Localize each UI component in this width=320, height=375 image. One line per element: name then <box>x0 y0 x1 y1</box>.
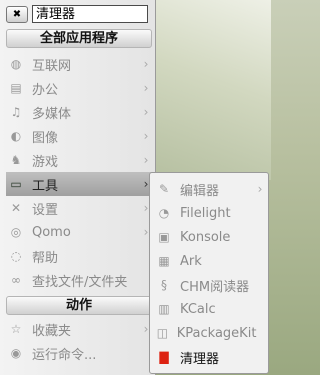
chevron-right-icon: › <box>257 182 263 196</box>
submenu-item-5[interactable]: ▥ KCalc <box>154 297 266 321</box>
editor-icon: ✎ <box>158 182 170 196</box>
konsole-icon: ▣ <box>158 230 170 244</box>
submenu-item-0[interactable]: ✎ 编辑器 › <box>154 177 266 201</box>
menu-item-label: Qomo <box>32 224 71 240</box>
clear-search-button[interactable]: ✖ <box>6 5 28 23</box>
menu-item-label: 工具 <box>32 178 59 194</box>
tools-submenu: ✎ 编辑器 › ◔ Filelight ▣ Konsole ▦ Ark § CHM阅读器 ▥ KCalc… <box>149 172 269 374</box>
games-icon: ♞ <box>10 153 22 167</box>
search-row: ✖ 清理器 <box>6 4 152 24</box>
menu-item-3[interactable]: ◐ 图像 › <box>6 124 152 148</box>
chm-icon: § <box>161 278 167 292</box>
settings-icon: ✕ <box>10 201 22 215</box>
actions-header: 动作 <box>6 296 152 315</box>
menu-item-2[interactable]: ♫ 多媒体 › <box>6 100 152 124</box>
all-apps-header: 全部应用程序 <box>6 29 152 48</box>
action-item-1[interactable]: ◉ 运行命令... <box>6 341 152 365</box>
submenu-item-label: Ark <box>180 253 202 269</box>
menu-item-label: 多媒体 <box>32 106 72 122</box>
multimedia-icon: ♫ <box>10 105 22 119</box>
submenu-item-label: Filelight <box>180 205 231 221</box>
kcalc-icon: ▥ <box>158 302 170 316</box>
menu-item-label: 互联网 <box>32 58 72 74</box>
submenu-item-label: Konsole <box>180 229 231 245</box>
submenu-item-2[interactable]: ▣ Konsole <box>154 225 266 249</box>
action-item-label: 运行命令... <box>32 347 97 363</box>
submenu-item-3[interactable]: ▦ Ark <box>154 249 266 273</box>
submenu-item-label: KPackageKit <box>176 325 257 341</box>
search-input[interactable]: 清理器 <box>32 5 148 23</box>
submenu-item-label: CHM阅读器 <box>180 279 250 295</box>
menu-item-9[interactable]: ∞ 查找文件/文件夹 <box>6 268 152 292</box>
action-item-label: 收藏夹 <box>32 323 72 339</box>
submenu-item-label: 编辑器 <box>180 183 220 199</box>
menu-item-1[interactable]: ▤ 办公 › <box>6 76 152 100</box>
submenu-item-label: KCalc <box>180 301 216 317</box>
menu-item-label: 帮助 <box>32 250 59 266</box>
desktop-wallpaper <box>150 0 271 180</box>
office-icon: ▤ <box>10 81 22 95</box>
menu-item-4[interactable]: ♞ 游戏 › <box>6 148 152 172</box>
chevron-right-icon: › <box>143 105 149 119</box>
cleaner-icon: ▇ <box>159 350 169 364</box>
chevron-right-icon: › <box>143 81 149 95</box>
run-icon: ◉ <box>10 346 22 360</box>
submenu-item-7[interactable]: ▇ 清理器 <box>154 345 266 369</box>
menu-item-0[interactable]: ◍ 互联网 › <box>6 52 152 76</box>
menu-item-6[interactable]: ✕ 设置 › <box>6 196 152 220</box>
terminal-icon: ▭ <box>10 177 22 191</box>
submenu-item-label: 清理器 <box>180 351 220 367</box>
menu-item-label: 设置 <box>32 202 59 218</box>
help-icon: ◌ <box>10 249 22 263</box>
action-item-0[interactable]: ☆ 收藏夹 › <box>6 317 152 341</box>
menu-item-5[interactable]: ▭ 工具 › <box>6 172 152 196</box>
package-icon: ◫ <box>156 326 169 340</box>
globe-icon: ◍ <box>10 57 22 71</box>
menu-item-8[interactable]: ◌ 帮助 <box>6 244 152 268</box>
qomo-icon: ◎ <box>10 225 22 239</box>
filelight-icon: ◔ <box>158 206 170 220</box>
menu-item-7[interactable]: ◎ Qomo › <box>6 220 152 244</box>
submenu-item-4[interactable]: § CHM阅读器 <box>154 273 266 297</box>
ark-icon: ▦ <box>158 254 170 268</box>
application-menu: ✖ 清理器 全部应用程序 ◍ 互联网 › ▤ 办公 › ♫ 多媒体 › ◐ 图像 › ♞ 游戏 › ▭ 工具 › ✕… <box>0 0 156 375</box>
submenu-item-6[interactable]: ◫ KPackageKit <box>154 321 266 345</box>
menu-item-label: 游戏 <box>32 154 59 170</box>
chevron-right-icon: › <box>143 129 149 143</box>
clear-icon: ✖ <box>12 8 22 20</box>
graphics-icon: ◐ <box>10 129 22 143</box>
binoculars-icon: ∞ <box>11 273 21 287</box>
star-icon: ☆ <box>10 322 22 336</box>
menu-item-label: 查找文件/文件夹 <box>32 274 128 290</box>
submenu-item-1[interactable]: ◔ Filelight <box>154 201 266 225</box>
chevron-right-icon: › <box>143 153 149 167</box>
menu-item-label: 图像 <box>32 130 59 146</box>
chevron-right-icon: › <box>143 57 149 71</box>
menu-item-label: 办公 <box>32 82 59 98</box>
